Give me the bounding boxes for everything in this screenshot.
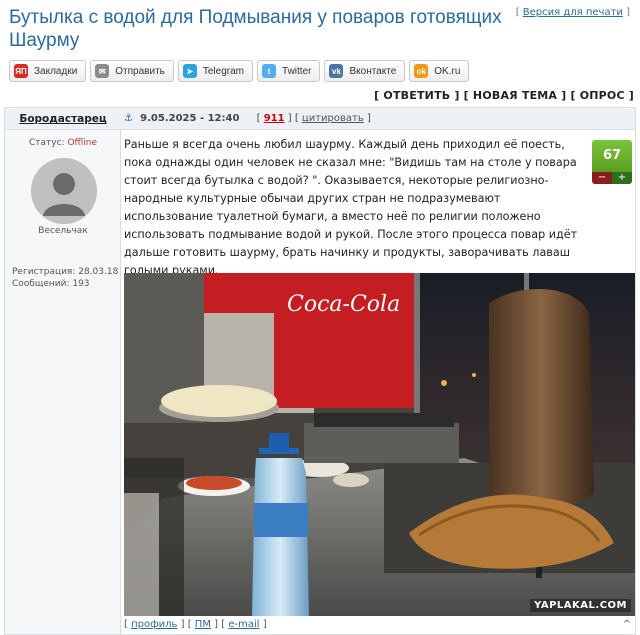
- forum-post: Бородастарец ⚓ 9.05.2025 - 12:40 [ 911 ]…: [4, 107, 636, 635]
- image-watermark: YAPLAKAL.COM: [530, 599, 631, 612]
- post-content: Раньше я всегда очень любил шаурму. Кажд…: [124, 130, 635, 634]
- post-date: 9.05.2025 - 12:40: [140, 113, 240, 124]
- message-count: Сообщений: 193: [12, 279, 90, 289]
- share-button-1[interactable]: ✉ Отправить: [90, 60, 174, 82]
- share-button-label: Telegram: [202, 65, 245, 77]
- post-image[interactable]: Coca-Cola YAPLAKAL.COM: [124, 273, 635, 616]
- share-button-label: Вконтакте: [349, 65, 397, 77]
- print-bracket-open: [: [515, 7, 520, 18]
- yandex-icon: ЯП: [14, 64, 28, 78]
- status-value: Offline: [67, 138, 97, 148]
- post-number-close: ] [: [287, 113, 299, 124]
- print-version: [ Версия для печати ]: [516, 7, 630, 18]
- ok-icon: ok: [414, 64, 429, 78]
- post-footer: [ профиль ] [ ПМ ] [ e-mail ]: [124, 616, 267, 634]
- email-link[interactable]: e-mail: [228, 619, 259, 630]
- page-title: Бутылка с водой для Подмывания у поваров…: [9, 7, 502, 51]
- poll-button[interactable]: [ ОПРОС ]: [570, 89, 634, 102]
- vk-icon: vk: [329, 64, 344, 78]
- share-button-0[interactable]: ЯП Закладки: [9, 60, 87, 82]
- share-button-label: Twitter: [282, 65, 312, 77]
- mail-icon: ✉: [95, 64, 110, 78]
- telegram-icon: ➤: [182, 64, 197, 78]
- share-bar: ЯП Закладки ✉ Отправить ➤ Telegram t Twitter vk В…: [9, 60, 470, 82]
- user-info: Регистрация: 28.03.18 Сообщений: 193: [12, 266, 118, 290]
- new-topic-button[interactable]: [ НОВАЯ ТЕМА ]: [464, 89, 567, 102]
- post-text: Раньше я всегда очень любил шаурму. Кажд…: [124, 138, 578, 277]
- post-number[interactable]: 911: [264, 113, 285, 124]
- share-button-2[interactable]: ➤ Telegram: [177, 60, 254, 82]
- print-bracket-close: ]: [626, 7, 630, 18]
- post-meta: ⚓ 9.05.2025 - 12:40 [ 911 ] [ цитировать…: [124, 108, 371, 130]
- avatar[interactable]: [31, 158, 97, 224]
- rating-minus-button[interactable]: −: [592, 172, 612, 184]
- print-version-link[interactable]: Версия для печати: [523, 7, 623, 18]
- quote-close: ]: [366, 113, 371, 124]
- registration-date: Регистрация: 28.03.18: [12, 267, 119, 277]
- shawarma-kitchen-photo: Coca-Cola: [124, 273, 635, 616]
- author-name[interactable]: Бородастарец: [5, 108, 121, 130]
- share-button-4[interactable]: vk Вконтакте: [324, 60, 406, 82]
- reply-button[interactable]: [ ОТВЕТИТЬ ]: [374, 89, 459, 102]
- user-rank: Весельчак: [38, 226, 88, 236]
- quote-link[interactable]: цитировать: [302, 113, 364, 124]
- share-button-label: Закладки: [34, 65, 78, 77]
- footer-bracket-4: ]: [262, 619, 267, 630]
- scroll-top-icon[interactable]: ^: [623, 616, 631, 634]
- profile-link[interactable]: профиль: [131, 619, 177, 630]
- rating-score: 67: [592, 140, 632, 172]
- anchor-icon[interactable]: ⚓: [124, 113, 133, 124]
- footer-bracket-1: [: [124, 619, 128, 630]
- status-label: Статус:: [29, 138, 65, 148]
- share-button-label: Отправить: [115, 65, 165, 77]
- avatar-silhouette-icon: [31, 158, 97, 224]
- rating-widget: 67 − +: [592, 140, 632, 184]
- post-header: Бородастарец ⚓ 9.05.2025 - 12:40 [ 911 ]…: [5, 108, 635, 130]
- coca-cola-sign: Coca-Cola: [287, 292, 400, 317]
- footer-bracket-3: ] [: [214, 619, 226, 630]
- author-column: Статус: Offline Весельчак Регистрация: 2…: [5, 130, 121, 634]
- action-bar: [ ОТВЕТИТЬ ] [ НОВАЯ ТЕМА ] [ ОПРОС ]: [374, 89, 634, 102]
- share-button-label: OK.ru: [434, 65, 461, 77]
- title-area: Бутылка с водой для Подмывания у поваров…: [0, 0, 640, 56]
- rating-plus-button[interactable]: +: [612, 172, 632, 184]
- footer-bracket-2: ] [: [180, 619, 192, 630]
- pm-link[interactable]: ПМ: [195, 619, 211, 630]
- post-number-open: [: [256, 113, 261, 124]
- share-button-3[interactable]: t Twitter: [257, 60, 321, 82]
- user-status: Статус: Offline: [5, 138, 121, 148]
- twitter-icon: t: [262, 64, 277, 78]
- share-button-5[interactable]: ok OK.ru: [409, 60, 470, 82]
